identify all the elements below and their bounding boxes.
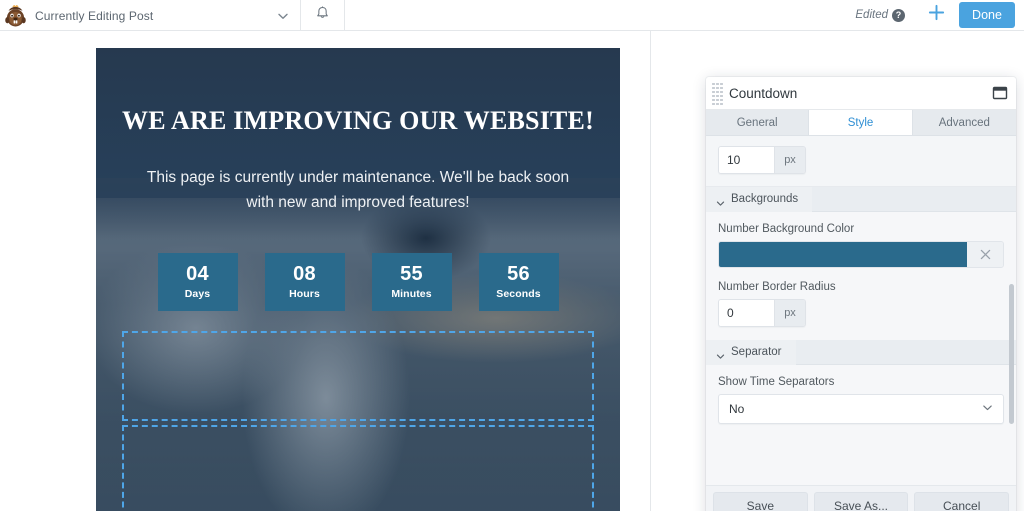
show-time-separators-field: Show Time Separators No: [706, 365, 1016, 437]
countdown-label: Days: [184, 288, 211, 300]
section-title: Backgrounds: [731, 193, 799, 205]
field-label: Number Border Radius: [718, 281, 836, 293]
countdown-value: 56: [507, 263, 530, 285]
drag-handle-icon[interactable]: [712, 82, 723, 105]
countdown-value: 55: [400, 263, 423, 285]
edited-status: Edited ?: [855, 8, 905, 22]
tab-advanced[interactable]: Advanced: [913, 110, 1016, 135]
add-content-button[interactable]: [919, 0, 953, 31]
top-bar: Currently Editing Post Edited ? Done: [0, 0, 1024, 31]
notifications-button[interactable]: [301, 0, 345, 30]
panel-body: px Backgrounds Number Background Color: [706, 136, 1016, 485]
top-bar-spacer: [345, 0, 855, 30]
field-label: Number Background Color: [718, 223, 855, 235]
countdown-value: 04: [186, 263, 209, 285]
panel-title: Countdown: [729, 85, 798, 101]
page-preview-canvas[interactable]: WE ARE IMPROVING OUR WEBSITE! This page …: [96, 48, 620, 511]
currently-editing-label: Currently Editing Post: [35, 8, 154, 23]
countdown-module[interactable]: 04 Days 08 Hours 55 Minutes 56 Seconds: [96, 253, 620, 311]
panel-tabs: General Style Advanced: [706, 110, 1016, 136]
select-value: No: [729, 402, 745, 416]
module-settings-panel: Countdown General Style Advanced px: [706, 77, 1016, 511]
dock-window-icon[interactable]: [992, 85, 1008, 101]
border-radius-input[interactable]: [719, 300, 774, 326]
number-border-radius-field: Number Border Radius px: [706, 281, 1016, 340]
page-subheadline[interactable]: This page is currently under maintenance…: [138, 165, 578, 215]
tab-style[interactable]: Style: [809, 110, 913, 135]
stage-divider: [650, 31, 651, 511]
help-icon[interactable]: ?: [892, 8, 905, 22]
spacing-field-block: px: [706, 136, 1016, 187]
countdown-label: Hours: [289, 288, 320, 300]
done-button[interactable]: Done: [959, 2, 1015, 28]
currently-editing-dropdown[interactable]: Currently Editing Post: [31, 0, 301, 31]
countdown-value: 08: [293, 263, 316, 285]
edited-label: Edited: [855, 9, 888, 21]
countdown-unit-hours[interactable]: 08 Hours: [264, 253, 345, 311]
top-bar-actions: Edited ? Done: [855, 0, 1024, 30]
save-as-button[interactable]: Save As...: [813, 492, 909, 511]
plus-icon: [927, 3, 946, 27]
show-time-separators-select[interactable]: No: [718, 394, 1004, 424]
countdown-unit-minutes[interactable]: 55 Minutes: [371, 253, 452, 311]
panel-scrollbar[interactable]: [1009, 284, 1014, 424]
countdown-unit-seconds[interactable]: 56 Seconds: [478, 253, 559, 311]
panel-header[interactable]: Countdown: [706, 77, 1016, 110]
tab-general[interactable]: General: [706, 110, 810, 135]
editor-stage: WE ARE IMPROVING OUR WEBSITE! This page …: [0, 31, 1024, 511]
row-drop-zone[interactable]: [122, 425, 594, 511]
section-title: Separator: [731, 346, 782, 358]
bell-icon: [315, 5, 330, 26]
chevron-down-icon: [716, 195, 725, 206]
section-header-separator[interactable]: Separator: [706, 339, 1016, 365]
chevron-down-icon[interactable]: [276, 9, 290, 23]
spacing-unit-label: px: [774, 147, 805, 173]
border-radius-unit-label: px: [774, 300, 805, 326]
number-background-color-field: Number Background Color: [706, 212, 1016, 281]
page-headline[interactable]: WE ARE IMPROVING OUR WEBSITE!: [96, 106, 620, 136]
countdown-unit-days[interactable]: 04 Days: [157, 253, 238, 311]
panel-footer: Save Save As... Cancel: [706, 485, 1016, 511]
spacing-input[interactable]: [719, 147, 774, 173]
save-button[interactable]: Save: [713, 492, 808, 511]
close-x-icon[interactable]: [967, 242, 1003, 267]
field-label: Show Time Separators: [718, 376, 835, 388]
color-picker-row[interactable]: [718, 241, 1004, 268]
cancel-button[interactable]: Cancel: [914, 492, 1010, 511]
chevron-down-icon: [716, 348, 725, 359]
section-header-backgrounds[interactable]: Backgrounds: [706, 186, 1016, 212]
countdown-label: Minutes: [391, 288, 432, 300]
countdown-label: Seconds: [496, 288, 541, 300]
beaver-logo-icon[interactable]: [0, 0, 31, 31]
border-radius-input-group[interactable]: px: [718, 299, 806, 327]
spacing-input-group[interactable]: px: [718, 146, 806, 174]
chevron-down-icon: [982, 400, 993, 418]
color-swatch[interactable]: [719, 242, 967, 267]
row-drop-zone[interactable]: [122, 331, 594, 421]
